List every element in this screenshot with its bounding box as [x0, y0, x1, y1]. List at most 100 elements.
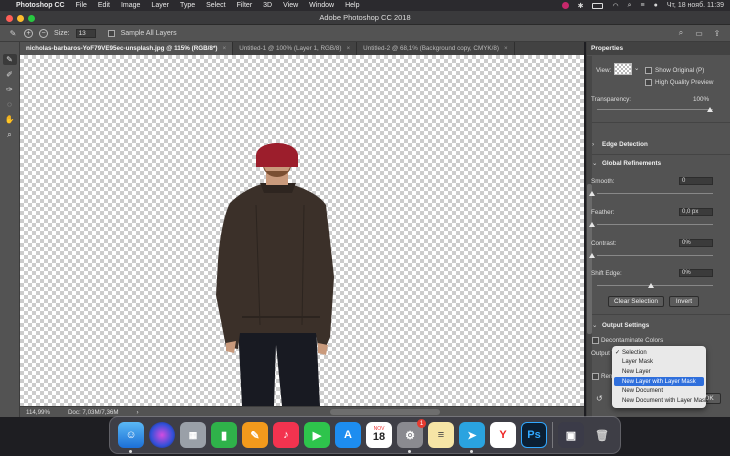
menu-window[interactable]: Window: [309, 2, 334, 9]
decontaminate-checkbox[interactable]: [592, 337, 599, 344]
numbers-icon[interactable]: ▮: [211, 422, 237, 448]
show-original-checkbox[interactable]: [645, 67, 652, 74]
output-settings-chevron-icon[interactable]: ⌄: [592, 322, 597, 329]
share-icon[interactable]: ⇪: [712, 28, 722, 38]
smooth-slider[interactable]: [597, 193, 713, 194]
hand-tool-icon[interactable]: ✋: [3, 114, 17, 125]
output-settings-heading[interactable]: Output Settings: [602, 322, 649, 329]
menu-help[interactable]: Help: [345, 2, 359, 9]
menu-3d[interactable]: 3D: [263, 2, 272, 9]
finder-icon[interactable]: ☺: [118, 422, 144, 453]
add-to-selection-icon[interactable]: +: [24, 28, 33, 38]
feather-slider-handle[interactable]: [589, 222, 595, 227]
brush-preset-icon[interactable]: ✎: [8, 28, 18, 38]
transparency-slider[interactable]: [597, 109, 713, 110]
calendar-icon[interactable]: NOV 18: [366, 422, 392, 448]
dropdown-item-new-document-with-mask[interactable]: New Document with Layer Mask: [612, 396, 708, 406]
facetime-icon[interactable]: ▶: [304, 422, 330, 448]
close-window-button[interactable]: [6, 15, 13, 22]
size-input[interactable]: 13: [75, 28, 96, 38]
lasso-tool-icon[interactable]: ◌: [3, 99, 17, 110]
siri-icon[interactable]: ●: [654, 2, 658, 9]
refine-edge-brush-icon[interactable]: ✐: [3, 69, 17, 80]
siri-icon[interactable]: [149, 422, 175, 448]
notes-icon[interactable]: ≡: [428, 422, 454, 448]
menu-view[interactable]: View: [283, 2, 298, 9]
edge-detection-chevron-icon[interactable]: ›: [592, 141, 594, 148]
view-mode-thumbnail[interactable]: [614, 63, 632, 75]
photoshop-icon[interactable]: Ps: [521, 422, 547, 448]
menu-layer[interactable]: Layer: [151, 2, 169, 9]
contrast-slider[interactable]: [597, 255, 713, 256]
feather-slider[interactable]: [597, 224, 713, 225]
smooth-value[interactable]: 0: [679, 177, 713, 185]
feather-value[interactable]: 0,0 px: [679, 208, 713, 216]
music-icon[interactable]: ♪: [273, 422, 299, 448]
menu-file[interactable]: File: [76, 2, 87, 9]
wifi-icon[interactable]: ◠: [612, 2, 618, 10]
dropdown-item-layer-mask[interactable]: Layer Mask: [612, 358, 706, 368]
shift-edge-slider[interactable]: [597, 285, 713, 286]
reset-icon[interactable]: ↺: [596, 394, 603, 403]
telegram-icon[interactable]: ➤: [459, 422, 485, 453]
high-quality-checkbox[interactable]: [645, 79, 652, 86]
brush-tool-icon[interactable]: ✑: [3, 84, 17, 95]
panel-scrollbar[interactable]: [587, 56, 592, 417]
recent-document-icon[interactable]: ▣: [558, 422, 584, 448]
document-canvas[interactable]: [20, 55, 584, 406]
menu-filter[interactable]: Filter: [237, 2, 253, 9]
close-tab-icon[interactable]: ×: [223, 45, 227, 52]
dropdown-item-new-layer-with-mask[interactable]: New Layer with Layer Mask: [614, 376, 704, 387]
view-mode-dropdown-icon[interactable]: ⌄: [634, 65, 639, 72]
shift-edge-slider-handle[interactable]: [648, 283, 654, 288]
remember-settings-checkbox[interactable]: [592, 373, 599, 380]
dropdown-item-selection[interactable]: ✓ Selection: [612, 348, 706, 358]
global-refinements-heading[interactable]: Global Refinements: [602, 160, 661, 167]
smooth-slider-handle[interactable]: [589, 191, 595, 196]
menu-select[interactable]: Select: [206, 2, 225, 9]
tab-document-3[interactable]: Untitled-2 @ 68,1% (Background copy, CMY…: [357, 42, 515, 55]
sample-all-layers-checkbox[interactable]: [107, 29, 115, 37]
tab-properties[interactable]: Properties: [591, 45, 623, 52]
control-center-icon[interactable]: ≡: [641, 2, 645, 9]
panel-scroll-thumb[interactable]: [587, 184, 592, 334]
battery-icon[interactable]: [592, 2, 604, 9]
menu-edit[interactable]: Edit: [98, 2, 110, 9]
workspace-icon[interactable]: ▭: [694, 28, 704, 38]
menu-image[interactable]: Image: [121, 2, 140, 9]
search-icon[interactable]: ⌕: [676, 28, 686, 38]
spotlight-search-icon[interactable]: ⌕: [628, 2, 632, 10]
invert-button[interactable]: Invert: [669, 296, 699, 307]
subtract-from-selection-icon[interactable]: −: [39, 28, 48, 38]
close-tab-icon[interactable]: ×: [504, 45, 508, 52]
clear-selection-button[interactable]: Clear Selection: [608, 296, 664, 307]
close-tab-icon[interactable]: ×: [346, 45, 350, 52]
pages-icon[interactable]: ✎: [242, 422, 268, 448]
tab-document-1[interactable]: nicholas-barbaros-YoF79VE95ec-unsplash.j…: [20, 42, 234, 55]
global-refinements-chevron-icon[interactable]: ⌄: [592, 160, 597, 167]
yandex-browser-icon[interactable]: Y: [490, 422, 516, 448]
status-menu-arrow[interactable]: ›: [137, 409, 139, 416]
minimize-window-button[interactable]: [17, 15, 24, 22]
dropdown-item-new-document[interactable]: New Document: [612, 386, 706, 396]
status-app-icon[interactable]: [561, 2, 569, 9]
menu-app-name[interactable]: Photoshop CC: [16, 2, 65, 9]
trash-icon[interactable]: 🗑: [589, 422, 615, 448]
shift-edge-value[interactable]: 0%: [679, 269, 713, 277]
zoom-window-button[interactable]: [28, 15, 35, 22]
tab-document-2[interactable]: Untitled-1 @ 100% (Layer 1, RGB/8) ×: [233, 42, 358, 55]
menu-clock[interactable]: Чт, 18 нояб. 11:39: [667, 2, 724, 9]
zoom-tool-icon[interactable]: ⌕: [3, 129, 17, 140]
app-store-icon[interactable]: A: [335, 422, 361, 448]
transparency-slider-handle[interactable]: [707, 107, 713, 112]
quick-selection-tool-icon[interactable]: ✎: [2, 54, 17, 65]
transparency-value[interactable]: 100%: [693, 96, 709, 103]
horizontal-scrollbar[interactable]: [330, 409, 440, 415]
menu-type[interactable]: Type: [180, 2, 195, 9]
edge-detection-heading[interactable]: Edge Detection: [602, 141, 648, 148]
zoom-level[interactable]: 114,99%: [26, 409, 50, 416]
contrast-slider-handle[interactable]: [589, 253, 595, 258]
dropdown-item-new-layer[interactable]: New Layer: [612, 367, 706, 377]
bluetooth-icon[interactable]: ✱: [578, 2, 584, 10]
system-preferences-icon[interactable]: ⚙ 1: [397, 419, 426, 453]
